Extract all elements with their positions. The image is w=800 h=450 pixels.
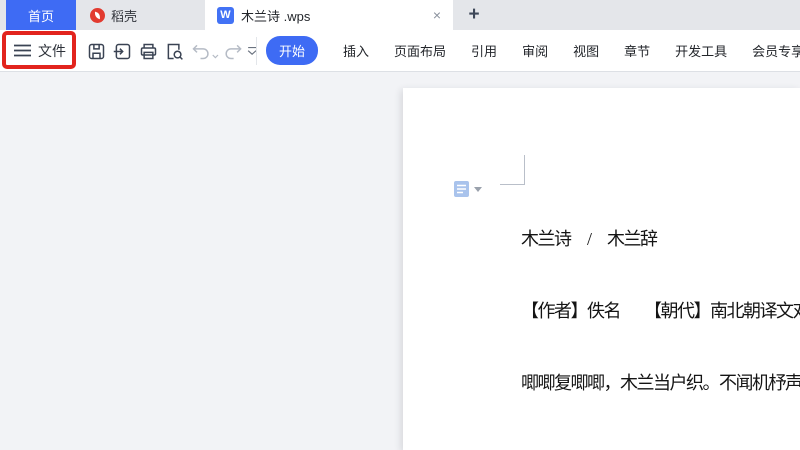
ribbon-tab-section[interactable]: 章节 <box>624 41 650 60</box>
quick-access-toolbar: 文件 <box>0 30 800 72</box>
doc-line: 木兰诗 / 木兰辞 <box>521 227 800 251</box>
close-tab-icon[interactable]: × <box>433 8 441 22</box>
wps-writer-window: 首页 稻壳 W 木兰诗 .wps × + 文件 <box>0 0 800 450</box>
toolbar-divider <box>256 37 257 65</box>
tab-home[interactable]: 首页 <box>6 0 76 30</box>
export-pdf-icon[interactable] <box>110 39 134 63</box>
toolbar-more-icon[interactable] <box>240 39 264 63</box>
tab-docer-label: 稻壳 <box>111 6 137 25</box>
print-icon[interactable] <box>136 39 160 63</box>
doc-line: 唧唧复唧唧，木兰当户织。不闻机杼声， <box>521 371 800 395</box>
document-canvas: 木兰诗 / 木兰辞 【作者】佚名 【朝代】南北朝译文对照 唧唧复唧唧，木兰当户织… <box>0 72 800 450</box>
tab-docer[interactable]: 稻壳 <box>80 0 198 30</box>
new-tab-button[interactable]: + <box>458 0 490 30</box>
doc-line: 【作者】佚名 【朝代】南北朝译文对照 <box>521 299 800 323</box>
ribbon-tab-developer[interactable]: 开发工具 <box>675 41 727 60</box>
paragraph-icon <box>453 180 470 198</box>
undo-icon[interactable] <box>188 39 220 63</box>
file-button[interactable]: 文件 <box>14 30 66 71</box>
ribbon-tab-references[interactable]: 引用 <box>471 41 497 60</box>
menu-icon <box>14 44 31 57</box>
tab-document-label: 木兰诗 .wps <box>241 6 310 25</box>
ribbon-tab-membership[interactable]: 会员专享 <box>752 41 800 60</box>
tab-document[interactable]: W 木兰诗 .wps × <box>205 0 453 30</box>
docer-icon <box>90 8 105 23</box>
ribbon-tab-review[interactable]: 审阅 <box>522 41 548 60</box>
wps-writer-icon: W <box>217 7 234 24</box>
paragraph-caret-icon <box>474 187 482 192</box>
ribbon-tab-strip: 开始 插入 页面布局 引用 审阅 视图 章节 开发工具 会员专享 <box>266 30 800 71</box>
ribbon-tab-view[interactable]: 视图 <box>573 41 599 60</box>
file-button-label: 文件 <box>38 41 66 61</box>
paragraph-options-button[interactable] <box>453 180 482 198</box>
save-icon[interactable] <box>84 39 108 63</box>
document-text[interactable]: 木兰诗 / 木兰辞 【作者】佚名 【朝代】南北朝译文对照 唧唧复唧唧，木兰当户织… <box>521 179 800 450</box>
ribbon-tab-page-layout[interactable]: 页面布局 <box>394 41 446 60</box>
ribbon-tab-start[interactable]: 开始 <box>266 36 318 65</box>
ribbon-tab-insert[interactable]: 插入 <box>343 41 369 60</box>
print-preview-icon[interactable] <box>162 39 186 63</box>
window-tab-bar: 首页 稻壳 W 木兰诗 .wps × + <box>0 0 800 30</box>
